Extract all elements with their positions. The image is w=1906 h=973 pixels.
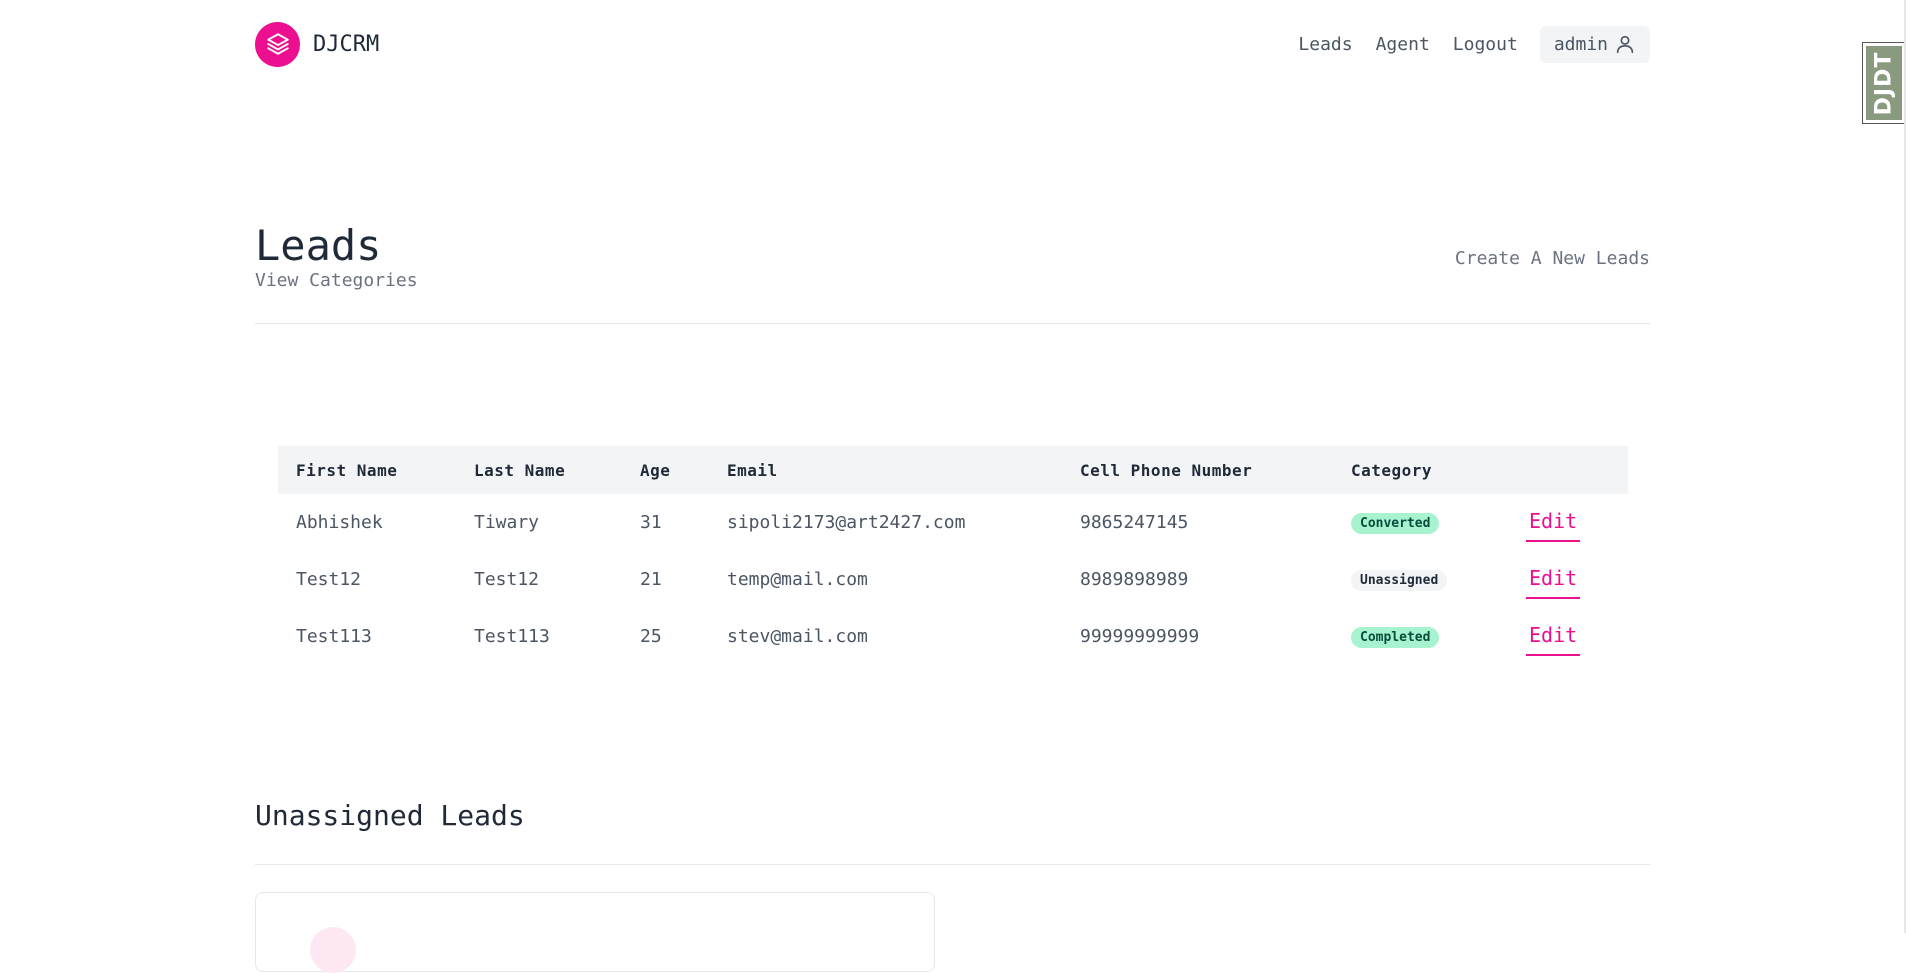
edit-lead-link[interactable]: Edit xyxy=(1526,566,1581,599)
brand-name: DJCRM xyxy=(313,31,380,57)
avatar xyxy=(310,927,356,973)
category-badge: Unassigned xyxy=(1351,570,1448,591)
cell-phone: 9865247145 xyxy=(1080,512,1189,533)
edit-lead-link[interactable]: Edit xyxy=(1526,509,1581,542)
nav-agent-link[interactable]: Agent xyxy=(1376,34,1430,55)
section-divider xyxy=(255,864,1650,865)
debug-toolbar-label: DJDT xyxy=(1871,51,1897,115)
column-header-age: Age xyxy=(622,446,709,494)
cell-actions: Edit xyxy=(1508,608,1628,665)
nav-links: Leads Agent Logout admin xyxy=(1275,25,1650,63)
column-header-phone: Cell Phone Number xyxy=(1062,446,1333,494)
debug-toolbar-tab: DJDT xyxy=(1866,46,1902,120)
column-header-first-name: First Name xyxy=(278,446,456,494)
cell-last-name: Tiwary xyxy=(474,512,540,533)
user-icon xyxy=(1614,33,1636,55)
cell-first-name: Test113 xyxy=(296,626,372,647)
cell-age: 25 xyxy=(640,626,662,647)
column-header-email: Email xyxy=(709,446,1062,494)
cell-phone: 99999999999 xyxy=(1080,626,1200,647)
table-row: Test113 Test113 25 stev@mail.com 9999999… xyxy=(278,608,1628,665)
page-title: Leads xyxy=(255,221,382,270)
nav-logout-link[interactable]: Logout xyxy=(1453,34,1518,55)
cell-email: stev@mail.com xyxy=(727,626,868,647)
cell-category: Unassigned xyxy=(1333,551,1508,608)
top-navbar: DJCRM Leads Agent Logout admin xyxy=(255,21,1650,67)
category-badge: Converted xyxy=(1351,513,1440,534)
edit-lead-link[interactable]: Edit xyxy=(1526,623,1581,656)
create-lead-link[interactable]: Create A New Leads xyxy=(1455,248,1650,269)
column-header-category: Category xyxy=(1333,446,1508,494)
cell-last-name: Test12 xyxy=(474,569,540,590)
cell-first-name: Test12 xyxy=(296,569,362,590)
layers-icon xyxy=(255,21,300,67)
cell-age: 31 xyxy=(640,512,662,533)
unassigned-lead-card[interactable] xyxy=(255,892,935,973)
view-categories-link[interactable]: View Categories xyxy=(255,270,418,291)
leads-table: First Name Last Name Age Email Cell Phon… xyxy=(278,446,1628,665)
cell-first-name: Abhishek xyxy=(296,512,383,533)
cell-actions: Edit xyxy=(1508,494,1628,551)
unassigned-leads-title: Unassigned Leads xyxy=(255,799,525,832)
debug-toolbar-handle[interactable]: DJDT xyxy=(1862,42,1906,124)
cell-email: temp@mail.com xyxy=(727,569,868,590)
table-row: Test12 Test12 21 temp@mail.com 898989898… xyxy=(278,551,1628,608)
nav-leads-link[interactable]: Leads xyxy=(1298,34,1352,55)
cell-phone: 8989898989 xyxy=(1080,569,1189,590)
brand[interactable]: DJCRM xyxy=(255,21,380,67)
page-heading: Leads View Categories Create A New Leads xyxy=(255,220,1650,324)
cell-last-name: Test113 xyxy=(474,626,550,647)
column-header-last-name: Last Name xyxy=(456,446,622,494)
table-row: Abhishek Tiwary 31 sipoli2173@art2427.co… xyxy=(278,494,1628,551)
cell-category: Converted xyxy=(1333,494,1508,551)
cell-email: sipoli2173@art2427.com xyxy=(727,512,966,533)
cell-category: Completed xyxy=(1333,608,1508,665)
column-header-actions xyxy=(1508,446,1628,494)
cell-actions: Edit xyxy=(1508,551,1628,608)
category-badge: Completed xyxy=(1351,627,1440,648)
username: admin xyxy=(1553,33,1608,55)
cell-age: 21 xyxy=(640,569,662,590)
table-header-row: First Name Last Name Age Email Cell Phon… xyxy=(278,446,1628,494)
user-menu-button[interactable]: admin xyxy=(1539,25,1650,63)
